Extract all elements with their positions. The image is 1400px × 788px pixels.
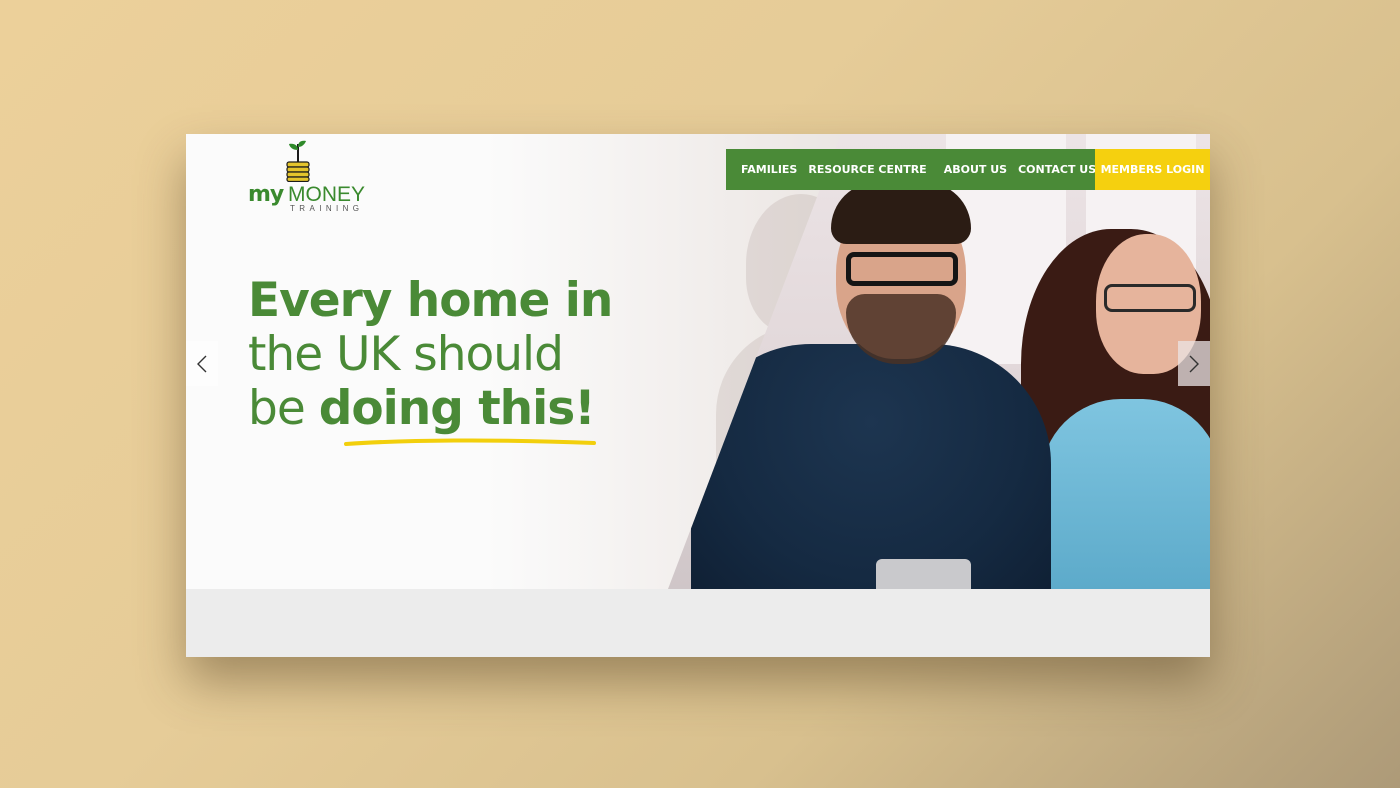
headline-line-2: the UK should (248, 327, 564, 382)
headline-underline-swoosh (344, 438, 596, 446)
headline-line-3-bold: doing this! (318, 381, 596, 436)
site-logo[interactable]: my MONEY TRAINING (248, 140, 378, 213)
hero-headline: Every home in the UK should be doing thi… (248, 273, 613, 436)
coin-stack-sprout-icon (286, 140, 310, 182)
headline-line-3-plain: be (248, 381, 306, 436)
nav-item-contact-us[interactable]: CONTACT US (1018, 163, 1096, 176)
slider-next-button[interactable] (1178, 341, 1210, 386)
website-screenshot: my MONEY TRAINING FAMILIES RESOURCE CENT… (186, 134, 1210, 657)
nav-item-families[interactable]: FAMILIES (741, 163, 797, 176)
members-login-button[interactable]: MEMBERS LOGIN (1095, 149, 1210, 190)
nav-menu: FAMILIES RESOURCE CENTRE ABOUT US CONTAC… (726, 149, 1096, 190)
nav-item-about-us[interactable]: ABOUT US (944, 163, 1007, 176)
logo-my-text: my (248, 182, 284, 207)
logo-training-text: TRAINING (290, 204, 364, 213)
headline-line-3: be doing this! (248, 382, 612, 436)
members-login-label: MEMBERS LOGIN (1100, 163, 1205, 176)
chevron-right-icon (1189, 355, 1199, 372)
headline-line-1: Every home in (248, 273, 613, 328)
hero-slider: my MONEY TRAINING FAMILIES RESOURCE CENT… (186, 134, 1210, 589)
nav-item-resource-centre[interactable]: RESOURCE CENTRE (808, 163, 926, 176)
slider-prev-button[interactable] (186, 341, 218, 386)
main-navigation: FAMILIES RESOURCE CENTRE ABOUT US CONTAC… (726, 149, 1210, 190)
chevron-left-icon (197, 355, 207, 372)
